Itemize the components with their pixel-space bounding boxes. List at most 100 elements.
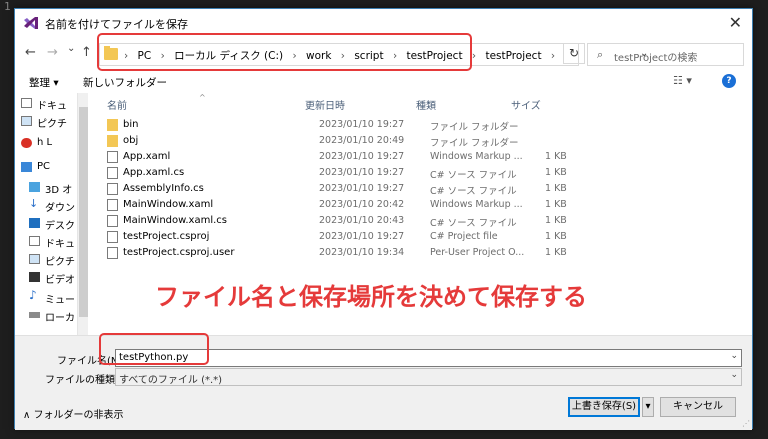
file-type: ファイル フォルダー [430, 122, 519, 133]
close-icon[interactable]: ✕ [729, 13, 742, 32]
highlight-filename-box [99, 333, 209, 365]
visual-studio-icon [24, 17, 38, 29]
csharp-file-icon [107, 215, 118, 227]
sidebar-item-downloads[interactable]: ↓ ダウン [29, 197, 75, 214]
file-icon [107, 231, 118, 243]
file-date: 2023/01/10 20:43 [319, 215, 405, 226]
organize-button[interactable]: 整理 ▾ [29, 75, 59, 90]
sidebar-item-pictures[interactable]: ピクチ [21, 115, 67, 130]
sidebar-item-label: h L [37, 137, 53, 148]
breadcrumb-separator: › [550, 50, 556, 62]
sidebar-item-desktop[interactable]: デスク [29, 217, 75, 232]
file-row[interactable]: bin 2023/01/10 19:27 ファイル フォルダー [105, 117, 565, 134]
download-icon: ↓ [29, 197, 39, 210]
file-row[interactable]: MainWindow.xaml 2023/01/10 20:42 Windows M… [105, 197, 567, 214]
csharp-file-icon [107, 167, 118, 179]
back-arrow-icon[interactable]: ← [25, 45, 36, 60]
file-size: 1 KB [545, 183, 567, 194]
filetype-select[interactable]: すべてのファイル (*.*) ⌄ [115, 368, 742, 386]
file-type: C# Project file [430, 231, 498, 242]
file-size: 1 KB [545, 231, 567, 242]
filename-field[interactable]: testPython.py ⌄ [115, 349, 742, 367]
sidebar-item-pc[interactable]: PC [21, 161, 51, 172]
help-icon[interactable]: ? [722, 74, 736, 88]
file-row[interactable]: App.xaml 2023/01/10 19:27 Windows Markup .… [105, 149, 567, 166]
file-icon [107, 247, 118, 259]
sidebar-item-label: ピクチ [37, 119, 67, 130]
desktop-icon [29, 218, 40, 228]
file-size: 1 KB [545, 151, 567, 162]
column-header-size[interactable]: サイズ [511, 97, 541, 112]
sidebar-item-label: ミュー [45, 295, 75, 306]
search-icon: ⌕ [597, 48, 604, 61]
sidebar-item-documents[interactable]: ドキュ [21, 97, 67, 112]
toolbar: 整理 ▾ 新しいフォルダー ☷ ▾ ? [15, 71, 752, 93]
file-date: 2023/01/10 19:27 [319, 167, 405, 178]
file-date: 2023/01/10 19:34 [319, 247, 405, 258]
document-icon [21, 98, 32, 108]
sidebar-scrollbar[interactable] [77, 93, 88, 337]
csharp-file-icon [107, 183, 118, 195]
video-icon [29, 272, 40, 282]
document-icon [29, 236, 40, 246]
file-row[interactable]: AssemblyInfo.cs 2023/01/10 19:27 C# ソース ファ… [105, 181, 567, 198]
file-row[interactable]: obj 2023/01/10 20:49 ファイル フォルダー [105, 133, 565, 150]
file-size: 1 KB [545, 167, 567, 178]
column-header-type[interactable]: 種類 [416, 97, 436, 112]
file-date: 2023/01/10 19:27 [319, 151, 405, 162]
filename-dropdown-icon[interactable]: ⌄ [730, 351, 738, 361]
forward-arrow-icon[interactable]: → [47, 45, 58, 60]
sidebar-item-label: ビデオ [45, 275, 75, 286]
file-size: 1 KB [545, 215, 567, 226]
file-type: Per-User Project O... [430, 247, 525, 258]
filetype-dropdown-icon[interactable]: ⌄ [730, 370, 738, 380]
view-options-icon[interactable]: ☷ ▾ [673, 74, 692, 87]
file-row[interactable]: testProject.csproj.user 2023/01/10 19:34 P… [105, 245, 567, 262]
sidebar-item-label: PC [37, 161, 51, 172]
refresh-button[interactable]: ↻ [563, 43, 585, 64]
sidebar-item-label: ピクチ [45, 257, 75, 268]
new-folder-button[interactable]: 新しいフォルダー [83, 75, 167, 90]
file-type: C# ソース ファイル [430, 218, 517, 229]
column-header-name[interactable]: 名前 [107, 97, 127, 112]
sidebar-item-label: 3D オ [45, 185, 73, 196]
save-split-dropdown[interactable]: ▾ [642, 397, 654, 417]
file-type: C# ソース ファイル [430, 170, 517, 181]
folder-icon [107, 119, 118, 131]
file-name: testProject.csproj [123, 231, 210, 242]
file-type: Windows Markup ... [430, 151, 523, 162]
history-chevron-icon[interactable]: ⌄ [67, 43, 75, 54]
column-header-date[interactable]: 更新日時 [305, 97, 345, 112]
sidebar-item-3d-objects[interactable]: 3D オ [29, 181, 73, 196]
sidebar-item-local-disk[interactable]: ローカ [29, 309, 75, 324]
file-row[interactable]: testProject.csproj 2023/01/10 19:27 C# Pro… [105, 229, 567, 246]
hide-folders-toggle[interactable]: ∧ フォルダーの非表示 [23, 406, 124, 421]
sidebar-item-label: ドキュ [45, 239, 75, 250]
sidebar-item-hl[interactable]: h L [21, 137, 53, 148]
file-row[interactable]: MainWindow.xaml.cs 2023/01/10 20:43 C# ソース… [105, 213, 567, 230]
sidebar-item-videos[interactable]: ビデオ [29, 271, 75, 286]
scrollbar-thumb[interactable] [79, 107, 88, 317]
sidebar-item-label: ローカ [45, 313, 75, 324]
highlight-address-box [97, 33, 472, 71]
file-size: 1 KB [545, 247, 567, 258]
search-input[interactable]: ⌕ testProjectの検索 [587, 43, 744, 66]
sidebar-item-label: ドキュ [37, 101, 67, 112]
save-button[interactable]: 上書き保存(S) [568, 397, 640, 417]
file-type: C# ソース ファイル [430, 186, 517, 197]
file-name: obj [123, 135, 139, 146]
file-name: App.xaml [123, 151, 171, 162]
breadcrumb-item[interactable]: testProject [485, 50, 541, 62]
sort-ascending-icon: ^ [199, 93, 206, 102]
file-date: 2023/01/10 20:49 [319, 135, 405, 146]
resize-grip-icon[interactable]: ⋰ [742, 419, 750, 428]
file-name: bin [123, 119, 139, 130]
blocked-icon [21, 138, 32, 148]
up-arrow-icon[interactable]: ↑ [81, 45, 92, 60]
sidebar-item-music[interactable]: ♪ ミュー [29, 288, 75, 306]
sidebar-item-pictures-2[interactable]: ピクチ [29, 253, 75, 268]
file-row[interactable]: App.xaml.cs 2023/01/10 19:27 C# ソース ファイル 1 … [105, 165, 567, 182]
sidebar-item-documents-2[interactable]: ドキュ [29, 235, 75, 250]
picture-icon [21, 116, 32, 126]
cancel-button[interactable]: キャンセル [660, 397, 736, 417]
